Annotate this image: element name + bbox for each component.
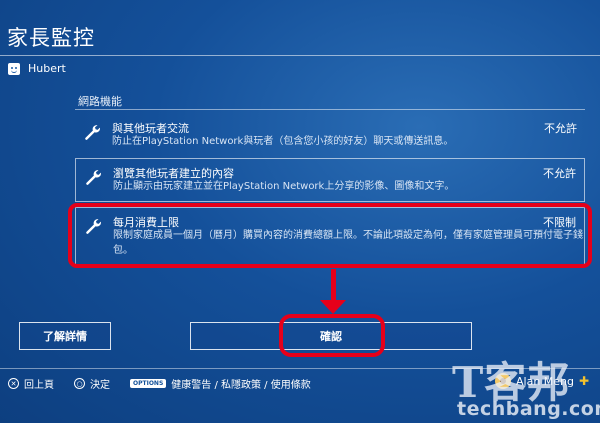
wrench-icon (85, 125, 100, 140)
setting-desc: 防止在PlayStation Network與玩者（包含您小孩的好友）聊天或傳送… (112, 136, 454, 147)
user-face-icon (8, 62, 20, 75)
user-name: Hubert (28, 62, 66, 75)
title-divider (0, 55, 600, 56)
circle-button-icon: ○ (74, 378, 85, 389)
setting-value: 不允許 (544, 122, 577, 135)
cross-button-icon: ✕ (8, 378, 19, 389)
ps-plus-icon: ✚ (579, 374, 590, 388)
section-label: 網路機能 (78, 95, 122, 108)
back-hint: 回上頁 (24, 380, 54, 391)
annotation-arrow-head (320, 300, 346, 314)
wrench-icon (86, 170, 101, 185)
page-title: 家長監控 (7, 26, 95, 50)
footer-hints: ✕ 回上頁 ○ 決定 OPTIONS 健康警告 / 私隱政策 / 使用條款 (8, 376, 311, 391)
setting-communicate[interactable]: 與其他玩者交流 防止在PlayStation Network與玩者（包含您小孩的… (75, 114, 585, 154)
setting-value: 不允許 (543, 167, 576, 180)
learn-more-button[interactable]: 了解詳情 (19, 322, 111, 350)
annotation-highlight-spending (68, 203, 592, 268)
enter-hint: 決定 (90, 380, 110, 391)
setting-desc: 防止顯示由玩家建立並在PlayStation Network上分享的影像、圖像和… (113, 181, 455, 192)
watermark-site: techbang.com (457, 398, 600, 420)
setting-view-content[interactable]: 瀏覽其他玩者建立的內容 防止顯示由玩家建立並在PlayStation Netwo… (75, 158, 585, 202)
options-button-icon: OPTIONS (130, 379, 167, 388)
options-hint: 健康警告 / 私隱政策 / 使用條款 (171, 380, 311, 391)
section-divider (75, 109, 585, 110)
user-row: Hubert (8, 62, 66, 75)
annotation-highlight-confirm (279, 314, 385, 357)
